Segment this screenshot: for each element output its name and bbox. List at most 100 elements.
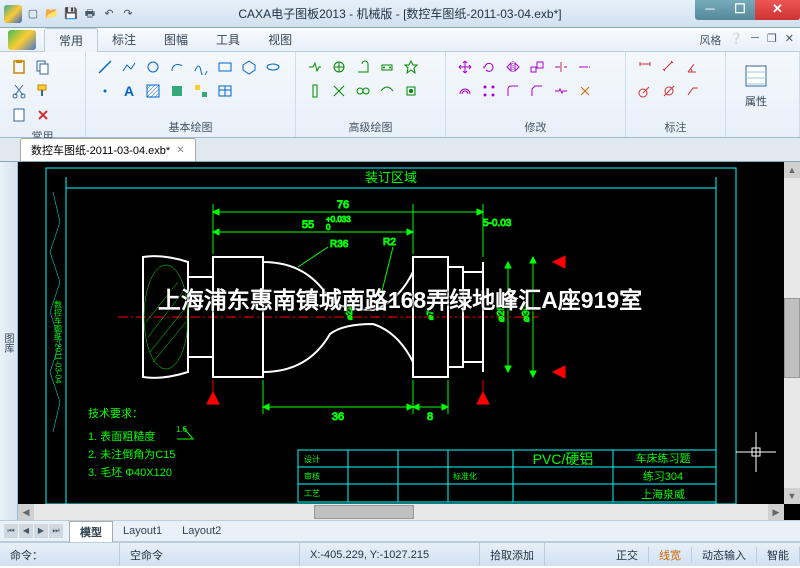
ellipse-button[interactable]	[262, 56, 284, 78]
close-button[interactable]: ✕	[755, 0, 800, 20]
rotate-button[interactable]	[478, 56, 500, 78]
tab-frame[interactable]: 图幅	[150, 28, 202, 51]
copy-button[interactable]	[32, 56, 54, 78]
qat-redo-icon[interactable]: ↷	[120, 6, 136, 22]
tab-common[interactable]: 常用	[44, 28, 98, 52]
block-button[interactable]	[190, 80, 212, 102]
scale-button[interactable]	[526, 56, 548, 78]
point-button[interactable]	[94, 80, 116, 102]
qat-undo-icon[interactable]: ↶	[101, 6, 117, 22]
adv-5[interactable]	[400, 56, 422, 78]
document-tab[interactable]: 数控车图纸-2011-03-04.exb* ✕	[20, 138, 196, 161]
paste-button[interactable]	[8, 56, 30, 78]
svg-text:55: 55	[302, 219, 314, 231]
scroll-left-icon[interactable]: ◀	[18, 504, 34, 520]
rect-button[interactable]	[214, 56, 236, 78]
maximize-button[interactable]: ☐	[725, 0, 755, 20]
trim-button[interactable]	[550, 56, 572, 78]
svg-text:5-0.03: 5-0.03	[483, 218, 512, 229]
titlebar: ▢ 📂 💾 🖶 ↶ ↷ CAXA电子图板2013 - 机械版 - [数控车图纸-…	[0, 0, 800, 28]
leader-button[interactable]	[682, 80, 704, 102]
ribbon-group-draw: 基本绘图	[94, 117, 287, 135]
svg-text:⌀28: ⌀28	[496, 304, 507, 322]
pick-mode[interactable]: 拾取添加	[480, 543, 545, 566]
scroll-up-icon[interactable]: ▲	[784, 162, 800, 178]
adv-4[interactable]	[376, 56, 398, 78]
adv-9[interactable]	[376, 80, 398, 102]
layout-first-icon[interactable]: ⏮	[4, 524, 18, 538]
ortho-toggle[interactable]: 正交	[606, 547, 649, 563]
layout-prev-icon[interactable]: ◀	[19, 524, 33, 538]
qat-save-icon[interactable]: 💾	[63, 6, 79, 22]
tab-model[interactable]: 模型	[69, 521, 113, 542]
polyline-button[interactable]	[118, 56, 140, 78]
dim-linear-button[interactable]	[634, 56, 656, 78]
line-button[interactable]	[94, 56, 116, 78]
adv-7[interactable]	[328, 80, 350, 102]
adv-1[interactable]	[304, 56, 326, 78]
chamfer-button[interactable]	[526, 80, 548, 102]
snap-toggle[interactable]: 智能	[757, 547, 800, 563]
extend-button[interactable]	[574, 56, 596, 78]
scroll-right-icon[interactable]: ▶	[768, 504, 784, 520]
tab-layout1[interactable]: Layout1	[113, 523, 172, 539]
adv-10[interactable]	[400, 80, 422, 102]
app-logo[interactable]	[8, 30, 36, 50]
mdi-restore-icon[interactable]: ❐	[767, 32, 777, 48]
svg-text:练习304: 练习304	[643, 469, 683, 483]
scroll-thumb-h[interactable]	[314, 505, 414, 519]
adv-8[interactable]	[352, 80, 374, 102]
qat-new-icon[interactable]: ▢	[25, 6, 41, 22]
help-icon[interactable]: ❔	[729, 32, 743, 48]
fill-button[interactable]	[166, 80, 188, 102]
library-panel[interactable]: 图库	[0, 162, 18, 520]
fillet-button[interactable]	[502, 80, 524, 102]
format-painter-button[interactable]	[32, 80, 54, 102]
lineweight-toggle[interactable]: 线宽	[649, 547, 692, 563]
layout-next-icon[interactable]: ▶	[34, 524, 48, 538]
coordinates: X:-405.229, Y:-1027.215	[300, 543, 480, 566]
scroll-thumb[interactable]	[784, 298, 800, 378]
spline-button[interactable]	[190, 56, 212, 78]
qat-print-icon[interactable]: 🖶	[82, 6, 98, 22]
offset-button[interactable]	[454, 80, 476, 102]
horizontal-scrollbar[interactable]: ◀ ▶	[18, 504, 784, 520]
dynamic-input-toggle[interactable]: 动态输入	[692, 547, 757, 563]
adv-3[interactable]	[352, 56, 374, 78]
new-button[interactable]	[8, 104, 30, 126]
mdi-close-icon[interactable]: ✕	[785, 32, 794, 48]
drawing-canvas[interactable]: 图库 装订区域 数控车图纸-2011-03-04	[0, 162, 800, 520]
tab-view[interactable]: 视图	[254, 28, 306, 51]
tab-tools[interactable]: 工具	[202, 28, 254, 51]
move-button[interactable]	[454, 56, 476, 78]
delete-button[interactable]	[32, 104, 54, 126]
qat-open-icon[interactable]: 📂	[44, 6, 60, 22]
array-button[interactable]	[478, 80, 500, 102]
explode-button[interactable]	[574, 80, 596, 102]
text-button[interactable]: A	[118, 80, 140, 102]
cut-button[interactable]	[8, 80, 30, 102]
break-button[interactable]	[550, 80, 572, 102]
mirror-button[interactable]	[502, 56, 524, 78]
scroll-down-icon[interactable]: ▼	[784, 488, 800, 504]
circle-button[interactable]	[142, 56, 164, 78]
dim-angle-button[interactable]	[682, 56, 704, 78]
table-button[interactable]	[214, 80, 236, 102]
tab-annotate[interactable]: 标注	[98, 28, 150, 51]
dim-align-button[interactable]	[658, 56, 680, 78]
tab-close-icon[interactable]: ✕	[176, 145, 184, 156]
dim-radius-button[interactable]	[634, 80, 656, 102]
adv-2[interactable]	[328, 56, 350, 78]
minimize-button[interactable]: ─	[695, 0, 725, 20]
polygon-button[interactable]	[238, 56, 260, 78]
adv-6[interactable]	[304, 80, 326, 102]
dim-diameter-button[interactable]	[658, 80, 680, 102]
hatch-button[interactable]	[142, 80, 164, 102]
tab-layout2[interactable]: Layout2	[172, 523, 231, 539]
mdi-min-icon[interactable]: ─	[751, 32, 759, 48]
layout-last-icon[interactable]: ⏭	[49, 524, 63, 538]
properties-button[interactable]: 属性	[734, 56, 778, 114]
arc-button[interactable]	[166, 56, 188, 78]
vertical-scrollbar[interactable]: ▲ ▼	[784, 162, 800, 504]
style-dropdown[interactable]: 风格	[699, 32, 721, 48]
